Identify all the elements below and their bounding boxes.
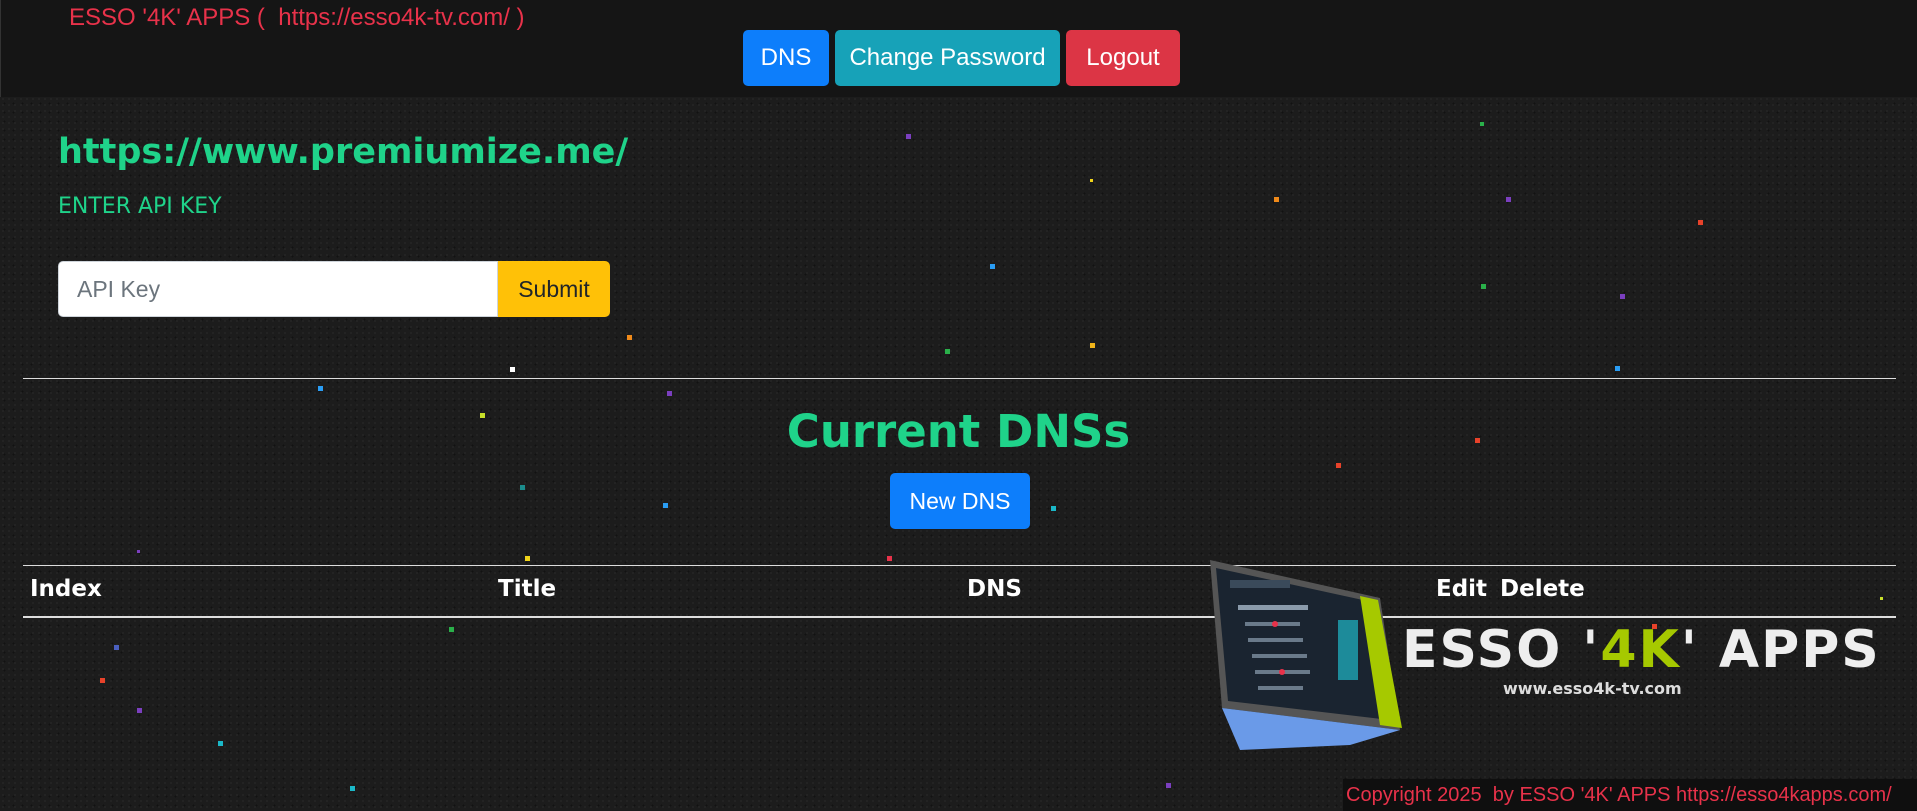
change-password-button[interactable]: Change Password bbox=[835, 30, 1060, 86]
current-dns-title: Current DNSs bbox=[786, 405, 1131, 458]
top-navbar: ESSO '4K' APPS ( https://esso4k-tv.com/ … bbox=[0, 0, 1917, 97]
esso-logo-url: www.esso4k-tv.com bbox=[1503, 679, 1682, 698]
dns-button[interactable]: DNS bbox=[743, 30, 829, 86]
column-header-index: Index bbox=[30, 576, 102, 602]
logout-button[interactable]: Logout bbox=[1066, 30, 1180, 86]
brand-link[interactable]: ESSO '4K' APPS ( https://esso4k-tv.com/ … bbox=[69, 4, 525, 32]
column-header-title: Title bbox=[498, 576, 557, 602]
premiumize-url-heading: https://www.premiumize.me/ bbox=[58, 132, 629, 172]
copyright-footer: Copyright 2025 by ESSO '4K' APPS https:/… bbox=[1343, 779, 1917, 811]
column-header-dns: DNS bbox=[967, 576, 1022, 602]
section-divider bbox=[23, 378, 1896, 379]
api-key-input[interactable] bbox=[58, 261, 498, 317]
esso-logo-wordmark: ESSO '4K' APPS bbox=[1402, 620, 1881, 680]
api-key-prompt: ENTER API KEY bbox=[58, 194, 222, 219]
new-dns-button[interactable]: New DNS bbox=[890, 473, 1030, 529]
submit-button[interactable]: Submit bbox=[498, 261, 610, 317]
